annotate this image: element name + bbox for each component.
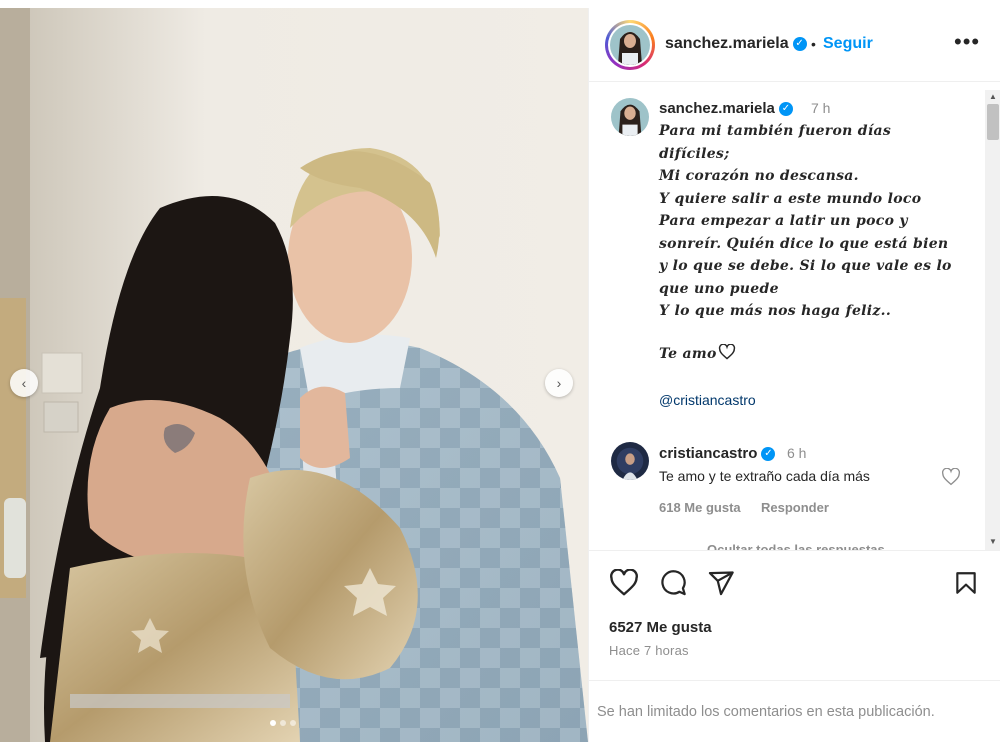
author-username[interactable]: sanchez.mariela ✓ — [665, 35, 807, 53]
caption-line: y lo que se debe. Si lo que vale es lo — [659, 258, 952, 274]
comments-list[interactable]: sanchez.mariela ✓ 7 h Para mi también fue… — [589, 90, 985, 550]
caption-author-avatar[interactable] — [611, 98, 649, 136]
caption-line: difíciles; — [659, 145, 730, 162]
comments-scrollbar[interactable]: ▲ ▼ — [985, 90, 1000, 550]
heart-emoji-icon — [718, 343, 735, 360]
post-timestamp: Hace 7 horas — [609, 643, 689, 658]
comment-text: Te amo y te extraño cada día más — [659, 468, 870, 484]
comments-limited-text: Se han limitado los comentarios en esta … — [597, 703, 935, 720]
verified-badge-icon: ✓ — [761, 447, 776, 462]
follow-button[interactable]: Seguir — [823, 35, 873, 53]
reply-button[interactable]: Responder — [761, 500, 829, 515]
carousel-dot — [280, 720, 286, 726]
caption-line: que uno puede — [659, 280, 779, 297]
commenter-username[interactable]: cristiancastro ✓ — [659, 445, 776, 462]
commenter-avatar[interactable] — [611, 442, 649, 480]
caption-line: Para empezar a latir un poco y — [659, 213, 908, 229]
mention-link[interactable]: @cristiancastro — [659, 392, 756, 408]
next-image-button[interactable]: › — [545, 369, 573, 397]
more-options-icon[interactable]: ••• — [954, 29, 980, 55]
caption-author-username[interactable]: sanchez.mariela ✓ — [659, 100, 793, 117]
caption-line-te-amo: Te amo — [659, 343, 977, 366]
carousel-indicator — [270, 720, 296, 726]
comments-limited-notice: Se han limitado los comentarios en esta … — [589, 680, 1000, 742]
post-actions: 6527 Me gusta Hace 7 horas — [589, 550, 1000, 690]
comment-like-heart-icon[interactable] — [941, 467, 961, 491]
separator-dot: • — [811, 36, 816, 52]
hide-replies-button[interactable]: Ocultar todas las respuestas — [669, 542, 885, 550]
comment-icon[interactable] — [659, 569, 687, 602]
post-likes-count[interactable]: 6527 Me gusta — [609, 619, 712, 636]
carousel-dot — [270, 720, 276, 726]
caption-line: sonreír. Quién dice lo que está bien — [659, 235, 949, 252]
comment-timestamp: 6 h — [787, 445, 807, 461]
previous-image-button[interactable]: ‹ — [10, 369, 38, 397]
heart-icon[interactable] — [609, 568, 639, 602]
bookmark-icon[interactable] — [953, 569, 979, 602]
caption-timestamp: 7 h — [811, 100, 831, 116]
post-photo: ‹ › — [0, 8, 588, 742]
share-icon[interactable] — [707, 569, 735, 602]
carousel-dot — [290, 720, 296, 726]
caption-line: Y lo que más nos haga feliz.. — [659, 303, 892, 319]
chevron-right-icon: › — [556, 375, 562, 391]
post-header: sanchez.mariela ✓ • Seguir ••• — [589, 8, 1000, 82]
post-side-panel: sanchez.mariela ✓ • Seguir ••• sanchez.ma… — [588, 8, 1000, 742]
caption-line: Y quiere salir a este mundo loco — [659, 190, 922, 207]
chevron-left-icon: ‹ — [21, 375, 27, 391]
post-image — [0, 8, 588, 742]
scrollbar-thumb[interactable] — [987, 104, 999, 140]
scroll-up-arrow-icon[interactable]: ▲ — [985, 90, 1000, 104]
author-avatar[interactable] — [605, 20, 655, 70]
comment-likes[interactable]: 618 Me gusta — [659, 500, 741, 515]
caption-line: Mi corazón no descansa. — [659, 168, 859, 184]
caption-line: Para mi también fueron días — [659, 123, 892, 139]
scroll-down-arrow-icon[interactable]: ▼ — [985, 534, 1000, 550]
verified-badge-icon: ✓ — [792, 36, 807, 51]
verified-badge-icon: ✓ — [778, 102, 793, 117]
caption-text: Para mi también fueron días difíciles; M… — [659, 120, 977, 365]
